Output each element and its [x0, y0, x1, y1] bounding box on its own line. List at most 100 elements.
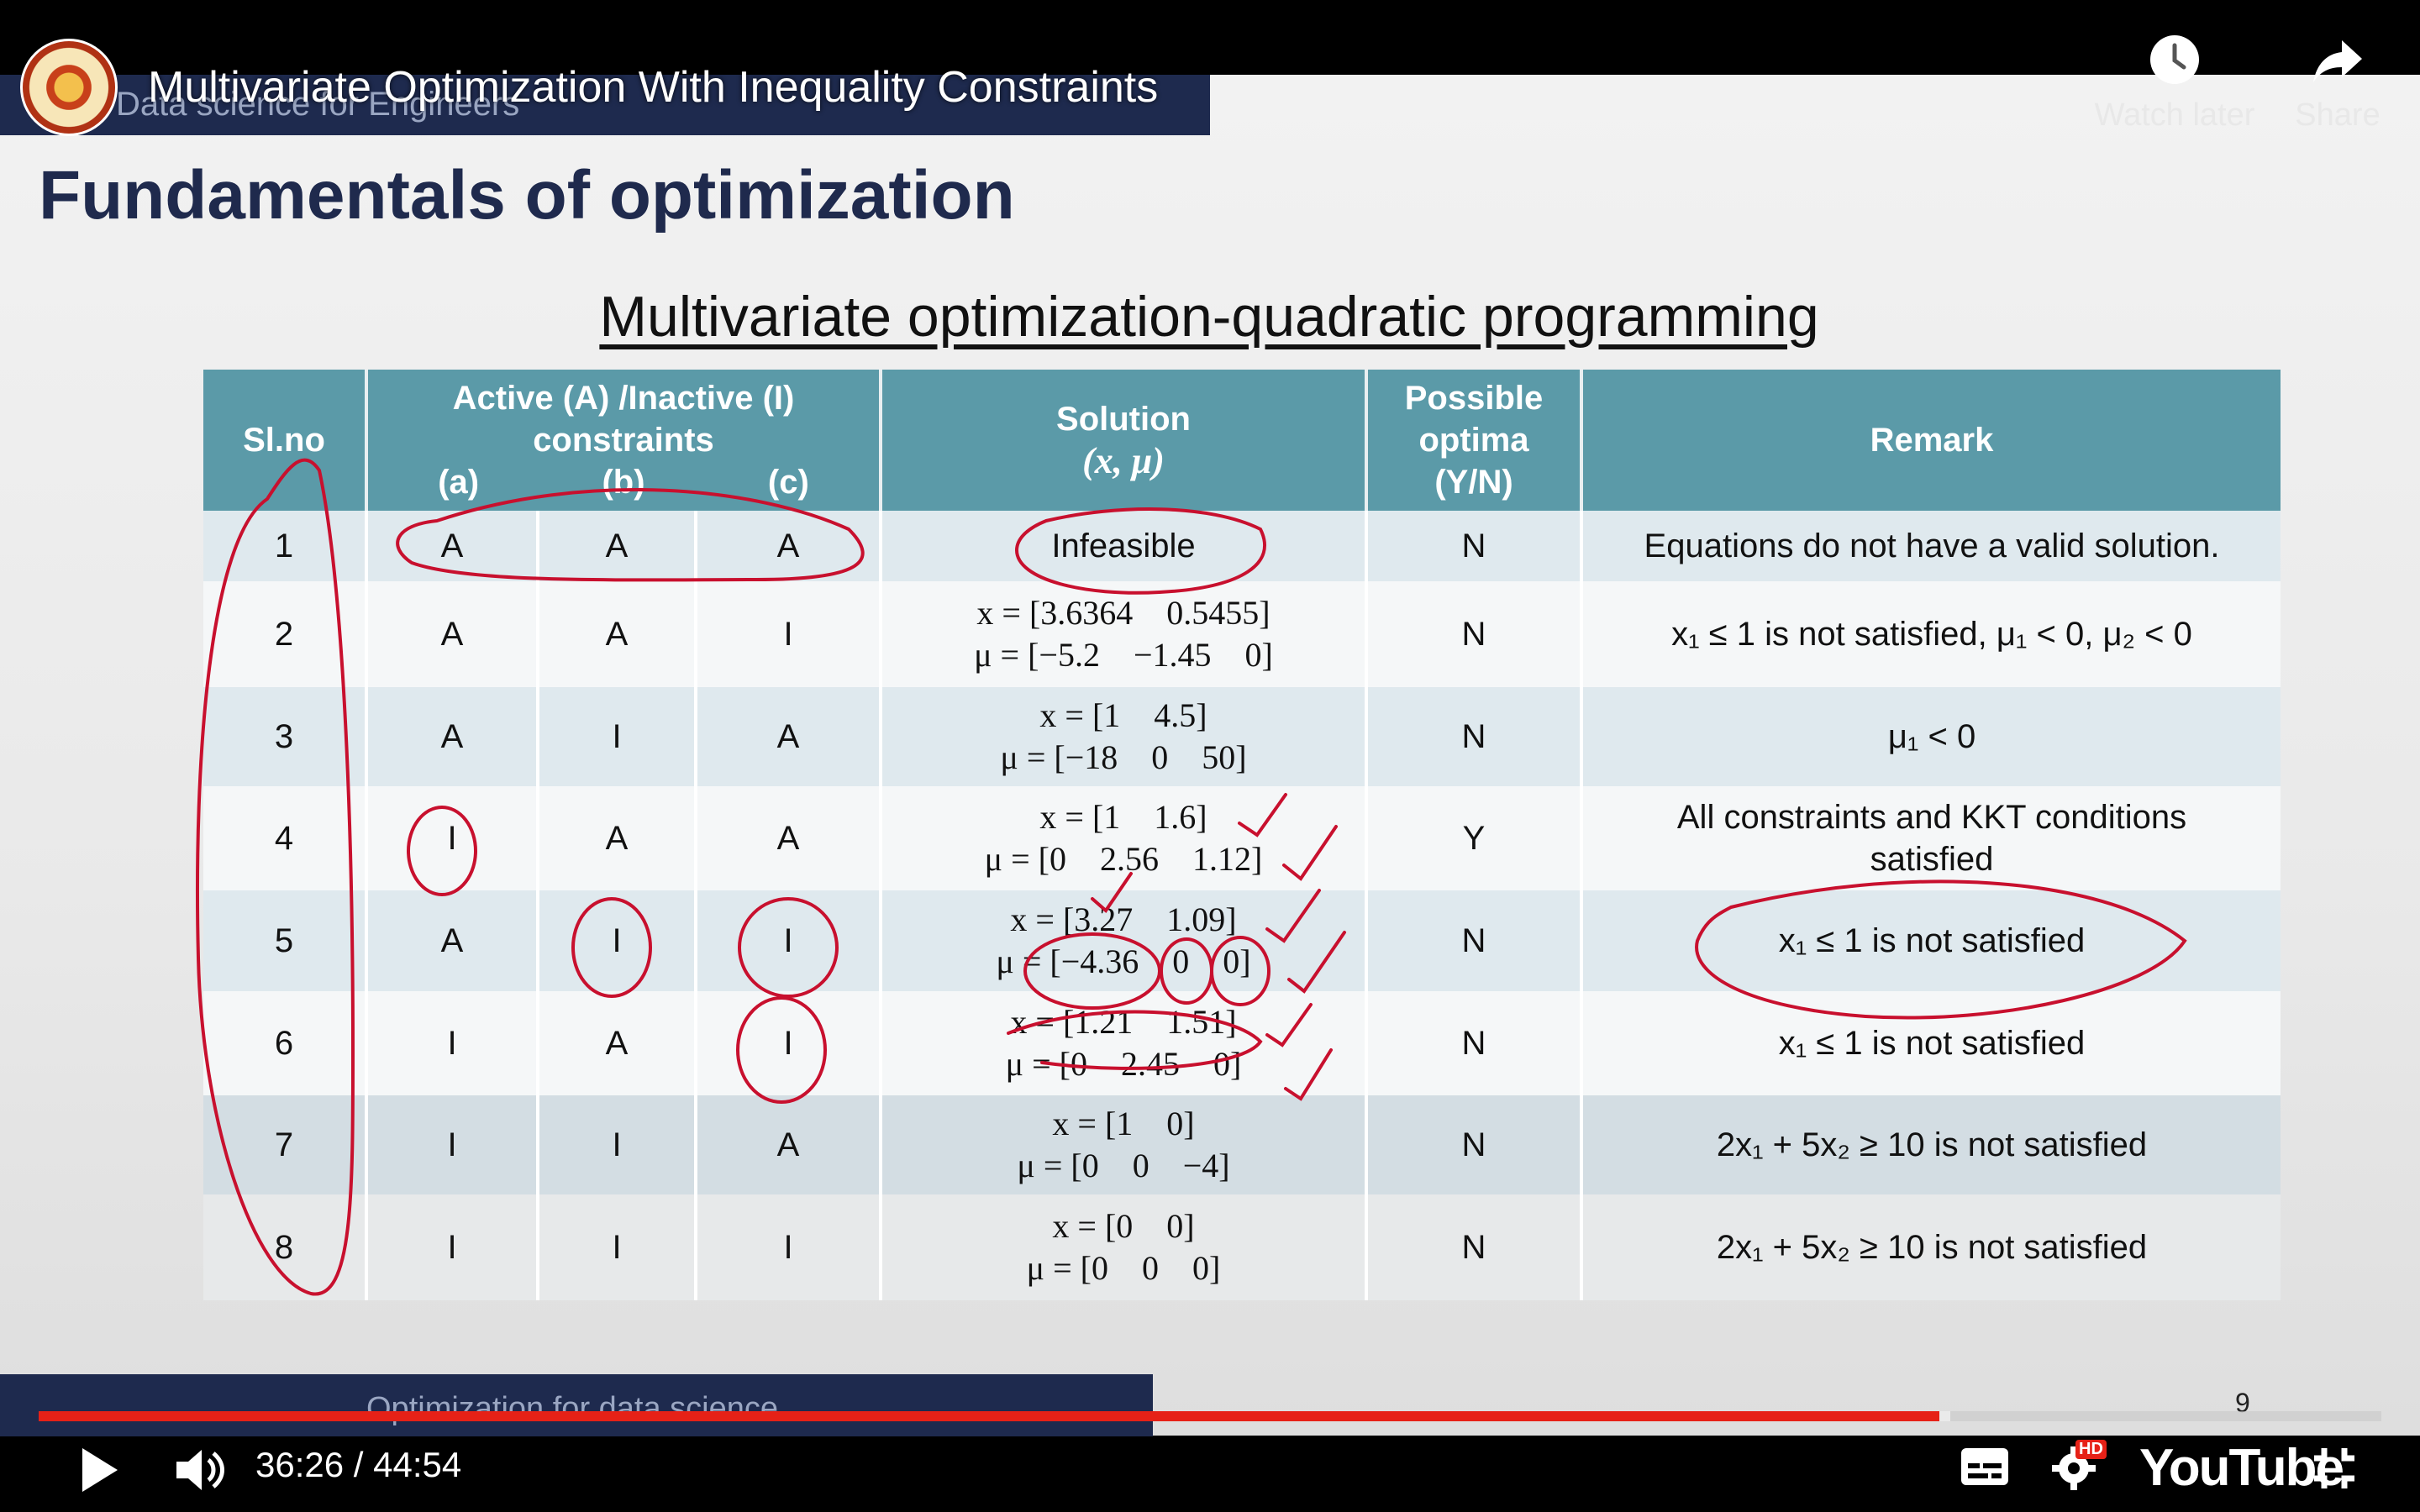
header-sub-a: (a)	[438, 464, 480, 501]
cell-solution: x = [3.6364 0.5455] μ = [−5.2 −1.45 0]	[882, 581, 1368, 687]
cell-remark: x₁ ≤ 1 is not satisfied	[1583, 991, 2281, 1095]
cell-c: I	[697, 1194, 882, 1300]
play-icon[interactable]	[77, 1445, 121, 1495]
table-row: 3 A I A x = [1 4.5] μ = [−18 0 50] N μ₁ <…	[203, 687, 2281, 786]
time-separator: /	[344, 1445, 374, 1484]
channel-logo[interactable]	[20, 39, 118, 136]
header-optima: Possible optima (Y/N)	[1368, 370, 1583, 511]
cell-optima: N	[1368, 1095, 1583, 1194]
cell-optima: N	[1368, 581, 1583, 687]
cell-a: I	[368, 1194, 539, 1300]
cell-a: A	[368, 511, 539, 581]
progress-bar[interactable]	[39, 1411, 2381, 1421]
cell-optima: N	[1368, 991, 1583, 1095]
solution-x: x = [1 0]	[1052, 1105, 1195, 1142]
solution-x: x = [1 4.5]	[1039, 696, 1207, 734]
table-heading: Multivariate optimization-quadratic prog…	[0, 284, 2420, 349]
cell-optima: N	[1368, 1194, 1583, 1300]
header-constraints: Active (A) /Inactive (I) constraints (a)…	[368, 370, 882, 511]
table-row: 5 A I I x = [3.27 1.09] μ = [−4.36 0 0] N…	[203, 890, 2281, 991]
cell-optima: N	[1368, 890, 1583, 991]
table-row: 4 I A A x = [1 1.6] μ = [0 2.56 1.12] Y A…	[203, 786, 2281, 890]
progress-buffer	[1939, 1411, 1950, 1421]
cell-b: A	[539, 786, 697, 890]
solution-mu: μ = [−5.2 −1.45 0]	[974, 636, 1273, 674]
cell-b: A	[539, 581, 697, 687]
solution-x: x = [1 1.6]	[1039, 798, 1207, 836]
cell-a: I	[368, 1095, 539, 1194]
watch-later-label: Watch later	[2094, 97, 2255, 133]
cell-solution: x = [1 4.5] μ = [−18 0 50]	[882, 687, 1368, 786]
solution-x: x = [3.27 1.09]	[1010, 900, 1237, 938]
slide-footer-text: Optimization for data science	[366, 1391, 779, 1426]
time-display: 36:26 / 44:54	[255, 1445, 461, 1485]
header-solution: Solution (x, μ)	[882, 370, 1368, 511]
cell-remark: Equations do not have a valid solution.	[1583, 511, 2281, 581]
video-title[interactable]: Multivariate Optimization With Inequalit…	[148, 62, 1158, 113]
cell-slno: 7	[203, 1095, 368, 1194]
cell-solution: x = [1 1.6] μ = [0 2.56 1.12]	[882, 786, 1368, 890]
cell-remark: x₁ ≤ 1 is not satisfied	[1583, 890, 2281, 991]
table-header-row: Sl.no Active (A) /Inactive (I) constrain…	[203, 370, 2281, 511]
cell-c: A	[697, 1095, 882, 1194]
header-constraints-sub: (a) (b) (c)	[368, 461, 879, 503]
cell-slno: 4	[203, 786, 368, 890]
solution-x: Infeasible	[1051, 528, 1196, 564]
time-current: 36:26	[255, 1445, 345, 1484]
cell-b: A	[539, 511, 697, 581]
solution-mu: μ = [−18 0 50]	[1000, 738, 1247, 776]
header-remark: Remark	[1583, 370, 2281, 511]
table-row: 1 A A A Infeasible N Equations do not ha…	[203, 511, 2281, 581]
solution-x: x = [0 0]	[1052, 1207, 1195, 1245]
cell-slno: 6	[203, 991, 368, 1095]
header-sub-c: (c)	[767, 464, 809, 501]
slide-title: Fundamentals of optimization	[39, 157, 1015, 234]
cell-slno: 2	[203, 581, 368, 687]
header-solution-sub: (x, μ)	[1082, 440, 1165, 481]
cell-slno: 1	[203, 511, 368, 581]
cell-c: I	[697, 991, 882, 1095]
share-button[interactable]: Share	[2245, 34, 2420, 134]
solution-mu: μ = [0 2.56 1.12]	[984, 840, 1263, 878]
share-arrow-icon	[2313, 40, 2362, 82]
solution-mu: μ = [−4.36 0 0]	[996, 942, 1251, 980]
cell-a: I	[368, 991, 539, 1095]
cell-a: A	[368, 687, 539, 786]
volume-icon[interactable]	[171, 1443, 225, 1497]
cell-optima: N	[1368, 511, 1583, 581]
header-solution-label: Solution	[1056, 401, 1191, 438]
cell-slno: 5	[203, 890, 368, 991]
cell-remark: 2x₁ + 5x₂ ≥ 10 is not satisfied	[1583, 1194, 2281, 1300]
solution-mu: μ = [0 0 −4]	[1017, 1147, 1230, 1184]
watch-later-button[interactable]: Watch later	[2082, 34, 2267, 134]
time-total: 44:54	[373, 1445, 462, 1484]
kkt-cases-table: Sl.no Active (A) /Inactive (I) constrain…	[203, 370, 2281, 1300]
cell-c: I	[697, 581, 882, 687]
header-constraints-label: Active (A) /Inactive (I) constraints	[452, 380, 795, 459]
solution-mu: μ = [0 0 0]	[1026, 1249, 1221, 1287]
table-row: 7 I I A x = [1 0] μ = [0 0 −4] N 2x₁ + 5x…	[203, 1095, 2281, 1194]
solution-x: x = [3.6364 0.5455]	[976, 594, 1270, 632]
cell-c: I	[697, 890, 882, 991]
exit-fullscreen-icon[interactable]	[2311, 1445, 2358, 1492]
share-label: Share	[2295, 97, 2381, 133]
cell-remark: μ₁ < 0	[1583, 687, 2281, 786]
cell-solution: x = [0 0] μ = [0 0 0]	[882, 1194, 1368, 1300]
cell-a: A	[368, 890, 539, 991]
settings-button[interactable]: HD	[2050, 1440, 2107, 1496]
cell-c: A	[697, 511, 882, 581]
cell-slno: 3	[203, 687, 368, 786]
cell-solution: x = [1.21 1.51] μ = [0 2.45 0]	[882, 991, 1368, 1095]
cell-c: A	[697, 687, 882, 786]
cell-optima: Y	[1368, 786, 1583, 890]
clock-icon	[2150, 35, 2199, 84]
subtitles-icon[interactable]	[1960, 1446, 2010, 1487]
cell-remark: x₁ ≤ 1 is not satisfied, μ₁ < 0, μ₂ < 0	[1583, 581, 2281, 687]
table-row: 8 I I I x = [0 0] μ = [0 0 0] N 2x₁ + 5x₂…	[203, 1194, 2281, 1300]
cell-solution: Infeasible	[882, 511, 1368, 581]
progress-played	[39, 1411, 1940, 1421]
table-row: 2 A A I x = [3.6364 0.5455] μ = [−5.2 −1.…	[203, 581, 2281, 687]
hd-badge: HD	[2075, 1440, 2107, 1459]
cell-b: I	[539, 687, 697, 786]
cell-b: A	[539, 991, 697, 1095]
